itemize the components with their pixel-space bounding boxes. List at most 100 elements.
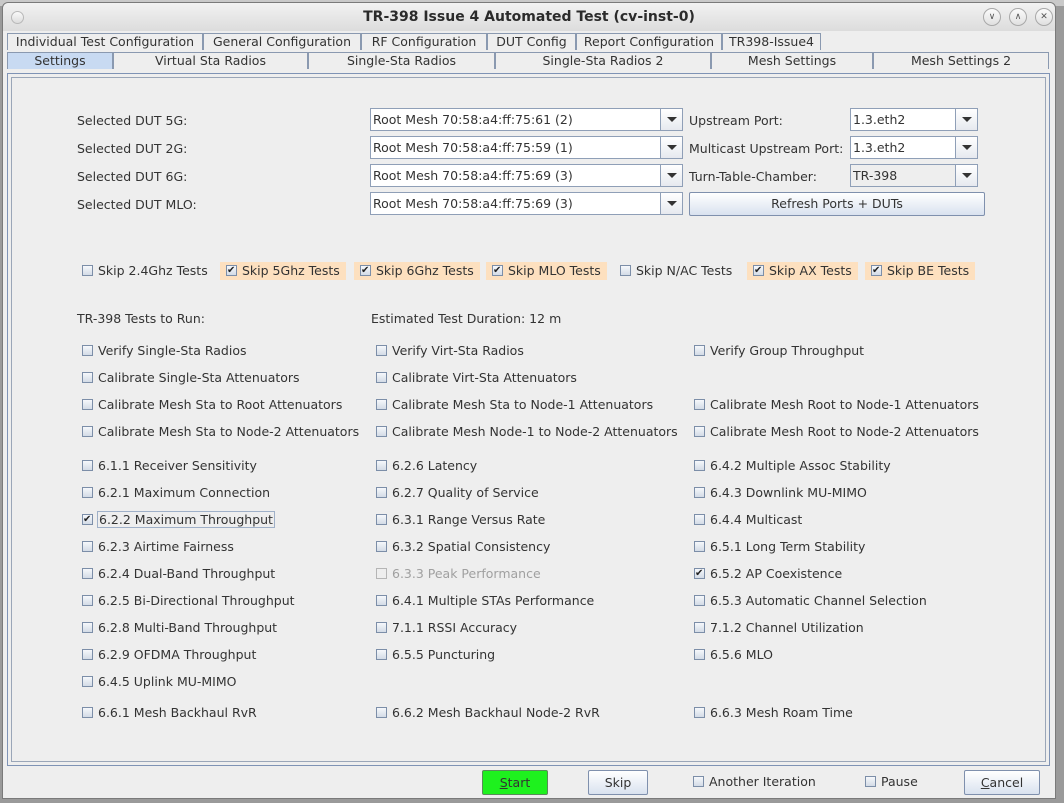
calibrate-virt-sta-attenuators-checkbox[interactable]: Calibrate Virt-Sta Attenuators [376,369,577,387]
test-checkbox-disabled: 6.3.3 Peak Performance [376,565,541,583]
selected-dut-6g-select[interactable]: Root Mesh 70:58:a4:ff:75:69 (3) [370,164,683,187]
verify-group-throughput-checkbox[interactable]: Verify Group Throughput [694,342,864,360]
test-checkbox[interactable]: 6.5.3 Automatic Channel Selection [694,592,927,610]
test-checkbox[interactable]: 6.4.3 Downlink MU-MIMO [694,484,867,502]
skip-mlo-checkbox[interactable]: Skip MLO Tests [486,262,607,280]
test-checkbox[interactable]: 6.4.2 Multiple Assoc Stability [694,457,891,475]
calibrate-mesh-sta-node1-checkbox[interactable]: Calibrate Mesh Sta to Node-1 Attenuators [376,396,653,414]
another-iteration-checkbox[interactable]: Another Iteration [693,773,816,791]
pause-label: Pause [881,774,918,789]
maximize-button[interactable]: ∧ [1009,8,1027,26]
test-checkbox[interactable]: 6.5.5 Puncturing [376,646,495,664]
estimated-duration-label: Estimated Test Duration: 12 m [371,311,562,326]
test-checkbox[interactable]: 6.4.1 Multiple STAs Performance [376,592,594,610]
checkbox-icon [694,622,705,633]
test-checkbox[interactable]: 6.2.3 Airtime Fairness [82,538,234,556]
test-checkbox[interactable]: 6.2.5 Bi-Directional Throughput [82,592,295,610]
tab-dut-config[interactable]: DUT Config [487,33,576,50]
checkbox-icon [82,541,93,552]
checkbox-label: 6.4.3 Downlink MU-MIMO [710,485,867,500]
checkbox-icon [82,426,93,437]
dropdown-arrow-icon[interactable] [660,109,682,130]
tab-individual-test-configuration[interactable]: Individual Test Configuration [7,33,203,50]
tab-settings[interactable]: Settings [7,52,113,69]
skip-n-ac-label: Skip N/AC Tests [636,263,733,278]
tab-single-sta-radios-2[interactable]: Single-Sta Radios 2 [495,52,711,69]
dropdown-arrow-icon[interactable] [955,109,977,130]
pause-checkbox[interactable]: Pause [865,773,918,791]
multicast-upstream-port-value: 1.3.eth2 [853,140,906,155]
tab-mesh-settings-2[interactable]: Mesh Settings 2 [873,52,1049,69]
calibrate-mesh-root-node1-checkbox[interactable]: Calibrate Mesh Root to Node-1 Attenuator… [694,396,979,414]
skip-be-checkbox[interactable]: Skip BE Tests [865,262,976,280]
test-checkbox[interactable]: 6.4.5 Uplink MU-MIMO [82,673,236,691]
checkbox-icon [694,514,705,525]
selected-dut-5g-select[interactable]: Root Mesh 70:58:a4:ff:75:61 (2) [370,108,683,131]
verify-single-sta-radios-checkbox[interactable]: Verify Single-Sta Radios [82,342,246,360]
minimize-button[interactable]: ∨ [983,8,1001,26]
skip-6ghz-checkbox[interactable]: Skip 6Ghz Tests [354,262,480,280]
test-checkbox[interactable]: 6.1.1 Receiver Sensitivity [82,457,257,475]
tab-virtual-sta-radios[interactable]: Virtual Sta Radios [113,52,308,69]
verify-virt-sta-radios-checkbox[interactable]: Verify Virt-Sta Radios [376,342,524,360]
multicast-upstream-port-select[interactable]: 1.3.eth2 [850,136,978,159]
tab-rf-configuration[interactable]: RF Configuration [361,33,487,50]
skip-2-4ghz-checkbox[interactable]: Skip 2.4Ghz Tests [82,262,208,280]
refresh-ports-duts-button[interactable]: Refresh Ports + DUTs [689,192,985,216]
checkbox-label: Calibrate Single-Sta Attenuators [98,370,300,385]
checkbox-icon [82,345,93,356]
selected-dut-2g-select[interactable]: Root Mesh 70:58:a4:ff:75:59 (1) [370,136,683,159]
dropdown-arrow-icon[interactable] [660,165,682,186]
dropdown-arrow-icon[interactable] [660,137,682,158]
dropdown-arrow-icon[interactable] [660,193,682,214]
cancel-label: ancel [989,775,1024,790]
dropdown-arrow-icon[interactable] [955,165,977,186]
tab-tr398-issue4[interactable]: TR398-Issue4 [722,33,821,50]
checkbox-icon [376,541,387,552]
test-checkbox[interactable]: 6.5.2 AP Coexistence [694,565,842,583]
another-iteration-label: Another Iteration [709,774,816,789]
test-checkbox[interactable]: 6.3.2 Spatial Consistency [376,538,550,556]
test-checkbox[interactable]: 6.2.9 OFDMA Throughput [82,646,256,664]
test-checkbox[interactable]: 6.5.1 Long Term Stability [694,538,865,556]
test-checkbox[interactable]: 6.4.4 Multicast [694,511,802,529]
mesh-test-checkbox[interactable]: 6.6.2 Mesh Backhaul Node-2 RvR [376,704,600,722]
test-checkbox[interactable]: 7.1.2 Channel Utilization [694,619,864,637]
skip-6ghz-label: Skip 6Ghz Tests [376,263,474,278]
tab-single-sta-radios[interactable]: Single-Sta Radios [308,52,495,69]
test-checkbox[interactable]: 6.2.7 Quality of Service [376,484,539,502]
calibrate-mesh-node1-node2-checkbox[interactable]: Calibrate Mesh Node-1 to Node-2 Attenuat… [376,423,678,441]
skip-button[interactable]: Skip [588,770,648,795]
dropdown-arrow-icon[interactable] [955,137,977,158]
skip-n-ac-checkbox[interactable]: Skip N/AC Tests [620,262,732,280]
skip-ax-label: Skip AX Tests [769,263,852,278]
test-checkbox[interactable]: 6.2.6 Latency [376,457,477,475]
test-checkbox[interactable]: 6.2.1 Maximum Connection [82,484,270,502]
calibrate-mesh-root-node2-checkbox[interactable]: Calibrate Mesh Root to Node-2 Attenuator… [694,423,979,441]
test-checkbox[interactable]: 6.2.4 Dual-Band Throughput [82,565,275,583]
test-checkbox[interactable]: 7.1.1 RSSI Accuracy [376,619,517,637]
mesh-test-checkbox[interactable]: 6.6.1 Mesh Backhaul RvR [82,704,257,722]
selected-dut-mlo-select[interactable]: Root Mesh 70:58:a4:ff:75:69 (3) [370,192,683,215]
start-button[interactable]: Start [482,770,548,795]
test-checkbox[interactable]: 6.3.1 Range Versus Rate [376,511,545,529]
checkbox-checked-icon [753,262,764,280]
test-checkbox[interactable]: 6.2.2 Maximum Throughput [82,511,275,529]
close-button[interactable]: ✕ [1035,8,1053,26]
test-checkbox[interactable]: 6.2.8 Multi-Band Throughput [82,619,277,637]
tab-mesh-settings[interactable]: Mesh Settings [711,52,873,69]
skip-5ghz-checkbox[interactable]: Skip 5Ghz Tests [220,262,346,280]
mesh-test-checkbox[interactable]: 6.6.3 Mesh Roam Time [694,704,853,722]
tab-report-configuration[interactable]: Report Configuration [576,33,722,50]
cancel-button[interactable]: Cancel [964,770,1040,795]
calibrate-mesh-sta-root-checkbox[interactable]: Calibrate Mesh Sta to Root Attenuators [82,396,342,414]
upstream-port-select[interactable]: 1.3.eth2 [850,108,978,131]
skip-ax-checkbox[interactable]: Skip AX Tests [747,262,858,280]
turn-table-chamber-select[interactable]: TR-398 [850,164,978,187]
tab-general-configuration[interactable]: General Configuration [203,33,361,50]
test-checkbox[interactable]: 6.5.6 MLO [694,646,773,664]
checkbox-label: Calibrate Mesh Sta to Node-2 Attenuators [98,424,360,439]
calibrate-mesh-sta-node2-checkbox[interactable]: Calibrate Mesh Sta to Node-2 Attenuators [82,423,359,441]
calibrate-single-sta-attenuators-checkbox[interactable]: Calibrate Single-Sta Attenuators [82,369,300,387]
title-bar[interactable]: TR-398 Issue 4 Automated Test (cv-inst-0… [3,3,1055,31]
